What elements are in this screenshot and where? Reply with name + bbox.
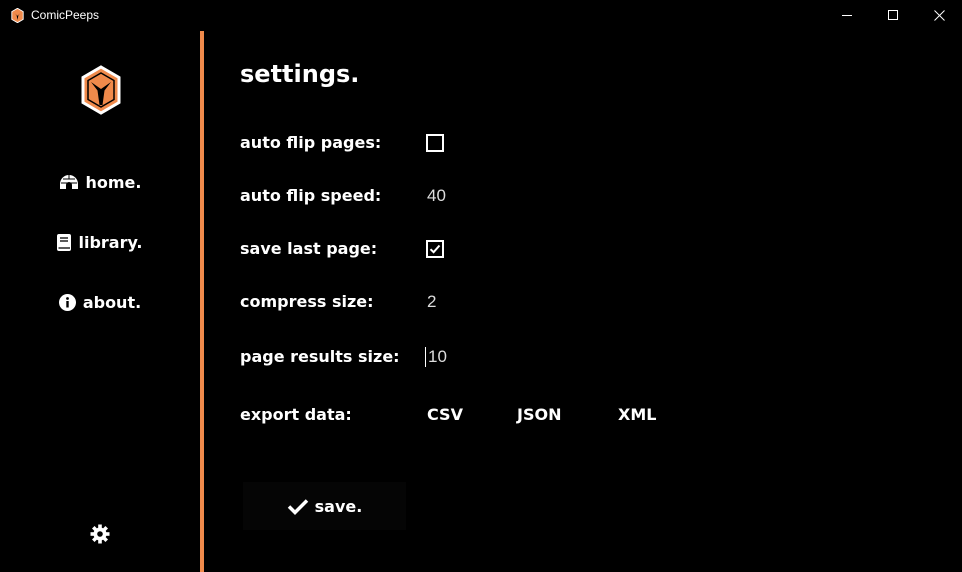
book-icon [57,233,72,251]
page-results-size-label: page results size: [240,347,400,366]
close-button[interactable] [916,0,962,31]
page-results-size-input[interactable]: 10 [428,347,447,367]
maximize-button[interactable] [870,0,916,31]
info-circle-icon [58,293,76,311]
checkmark-icon [429,244,441,254]
auto-flip-speed-label: auto flip speed: [240,186,382,205]
sidebar-item-library[interactable]: library. [0,227,200,257]
compress-size-label: compress size: [240,292,374,311]
sidebar-item-about[interactable]: about. [0,287,200,317]
check-icon [287,498,308,515]
export-csv-button[interactable]: CSV [427,405,463,424]
sidebar-item-label: home. [85,172,142,192]
minimize-icon [841,15,852,16]
gear-icon[interactable] [90,524,110,544]
sidebar-divider [200,31,204,572]
maximize-icon [887,10,898,20]
close-icon [933,10,945,21]
app-logo [81,65,121,115]
app-logo-icon [11,8,24,23]
export-data-label: export data: [240,405,352,424]
sidebar-item-label: about. [82,292,142,312]
auto-flip-pages-label: auto flip pages: [240,133,382,152]
igloo-icon [59,175,78,189]
export-json-button[interactable]: JSON [517,405,561,424]
text-cursor [425,347,426,367]
save-button[interactable]: save. [243,482,406,530]
page-title: settings. [240,60,360,88]
sidebar-item-label: library. [78,232,143,252]
save-last-page-label: save last page: [240,239,378,258]
sidebar-item-home[interactable]: home. [0,167,200,197]
save-button-label: save. [314,496,363,516]
minimize-button[interactable] [824,0,870,31]
auto-flip-pages-checkbox[interactable] [426,134,444,152]
window-title: ComicPeeps [31,8,100,22]
sidebar: home. library. about. [0,31,200,572]
auto-flip-speed-input[interactable]: 40 [427,186,446,206]
export-xml-button[interactable]: XML [618,405,656,424]
title-bar: ComicPeeps [0,0,962,31]
compress-size-input[interactable]: 2 [427,292,436,312]
save-last-page-checkbox[interactable] [426,240,444,258]
